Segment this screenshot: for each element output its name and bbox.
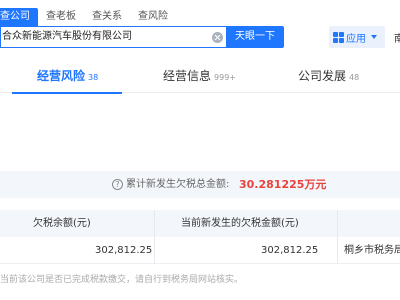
tab-label: 公司发展 — [298, 69, 347, 83]
cell-new-amount: 302,812.25 — [261, 245, 319, 256]
tab-count: 999+ — [214, 73, 236, 82]
summary-total-amount: 30.281225万元 — [239, 178, 327, 191]
search-type-tabs: 查公司 查老板 查关系 查风险 — [0, 8, 176, 26]
tab-label: 经营信息 — [163, 69, 212, 83]
tax-summary: ? 累计新发生欠税总金额: 30.281225万元 — [0, 171, 400, 198]
tab-count: 48 — [349, 73, 360, 82]
apps-button[interactable]: 应用 — [329, 26, 385, 48]
active-tab-indicator — [12, 92, 122, 94]
summary-label: 累计新发生欠税总金额: — [126, 179, 230, 190]
search-button[interactable]: 天眼一下 — [226, 26, 284, 48]
column-divider — [337, 210, 338, 264]
column-divider — [154, 210, 155, 264]
tab-company-development[interactable]: 公司发展 48 — [298, 59, 359, 93]
tab-search-risk[interactable]: 查风险 — [130, 8, 176, 26]
caret-down-icon — [371, 35, 377, 39]
tab-count: 38 — [88, 73, 99, 82]
table-row: 302,812.25 302,812.25 桐乡市税务局 — [0, 237, 400, 264]
search-query: 合众新能源汽车股份有限公司 — [2, 31, 132, 42]
tab-business-risk[interactable]: 经营风险 38 — [37, 59, 98, 93]
cell-balance: 302,812.25 — [95, 245, 153, 256]
column-header-balance: 欠税余额(元) — [33, 218, 91, 229]
tab-label: 经营风险 — [37, 69, 86, 83]
table-header: 欠税余额(元) 当前新发生的欠税金额(元) — [0, 210, 400, 237]
info-icon: ? — [112, 179, 123, 190]
cell-tax-authority: 桐乡市税务局 — [344, 245, 400, 256]
tab-search-relation[interactable]: 查关系 — [84, 8, 130, 26]
tab-search-boss[interactable]: 查老板 — [38, 8, 84, 26]
apps-label: 应用 — [346, 33, 366, 45]
grid-icon — [333, 31, 344, 43]
clear-icon[interactable] — [212, 32, 223, 43]
verification-note: 当前该公司是否已完成税款缴交，请自行到税务局网站核实。 — [0, 275, 244, 285]
section-tabs: 经营风险 38 经营信息 999+ 公司发展 48 — [0, 59, 400, 94]
column-header-new-amount: 当前新发生的欠税金额(元) — [181, 218, 299, 229]
search-input[interactable]: 合众新能源汽车股份有限公司 — [0, 26, 226, 48]
tab-search-company[interactable]: 查公司 — [0, 8, 38, 26]
tab-business-info[interactable]: 经营信息 999+ — [163, 59, 236, 93]
nav-link-partial[interactable]: 南 — [394, 30, 400, 45]
